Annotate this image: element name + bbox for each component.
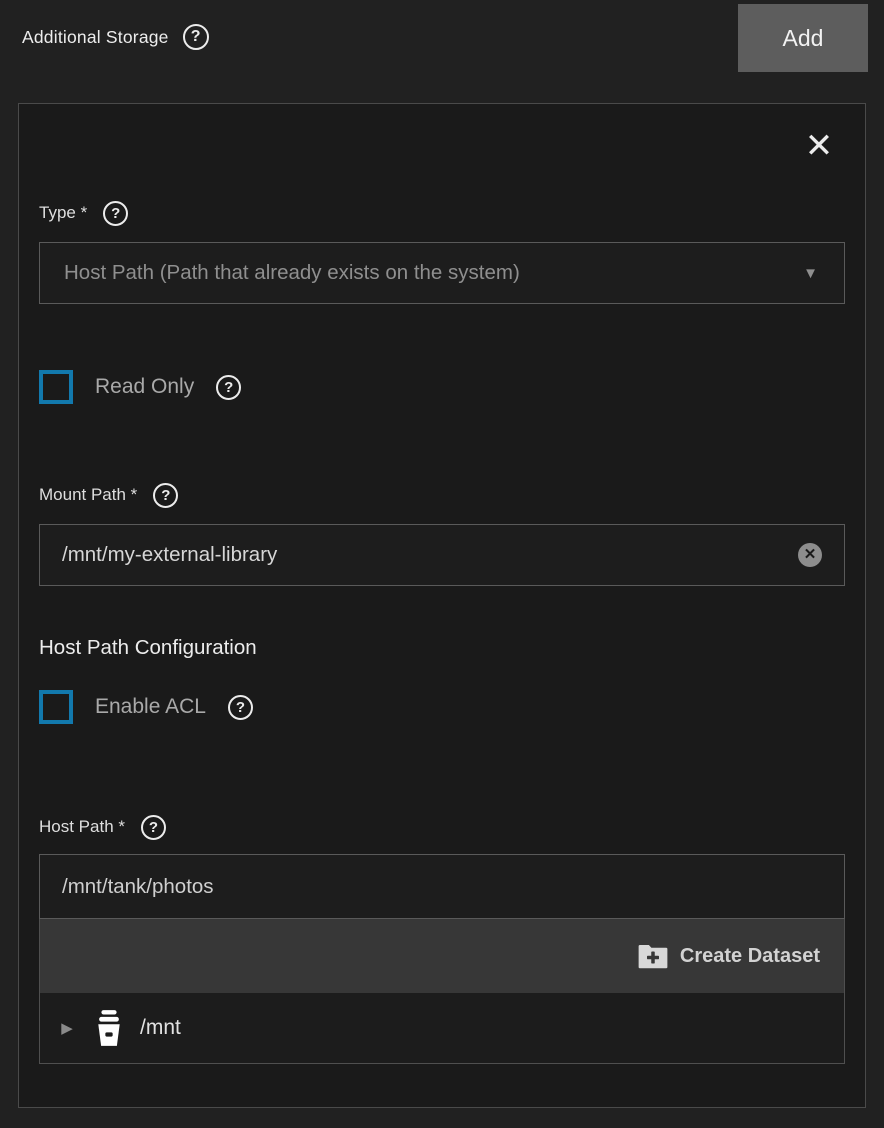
host-path-configuration-heading: Host Path Configuration [39,636,845,660]
tree-item-label: /mnt [140,1016,181,1040]
file-browser-toolbar: Create Dataset [40,919,844,993]
read-only-checkbox[interactable] [39,370,73,404]
enable-acl-row: Enable ACL ? [39,688,845,726]
host-path-label-row: Host Path * ? [39,814,845,840]
mount-path-input[interactable] [62,543,798,567]
storage-item-card: ✕ Type * ? Host Path (Path that already … [18,103,866,1108]
header: Additional Storage ? Add [0,0,884,103]
tree-row-mnt[interactable]: ▶ /mnt [40,993,844,1063]
create-dataset-button[interactable]: Create Dataset [638,943,820,969]
help-icon[interactable]: ? [216,375,241,400]
help-icon[interactable]: ? [228,695,253,720]
page-title: Additional Storage [22,27,169,48]
help-icon[interactable]: ? [141,815,166,840]
close-icon[interactable]: ✕ [797,124,841,168]
clear-icon[interactable]: ✕ [798,543,822,567]
create-dataset-label: Create Dataset [680,945,820,968]
folder-plus-icon [638,943,668,969]
enable-acl-label: Enable ACL [95,695,206,719]
type-label: Type * [39,203,87,223]
host-path-label: Host Path * [39,817,125,837]
dataset-icon [92,1009,126,1047]
help-icon[interactable]: ? [153,483,178,508]
mount-path-label-row: Mount Path * ? [39,482,845,508]
mount-path-input-wrap: ✕ [39,524,845,586]
host-path-input-wrap [39,854,845,919]
help-icon[interactable]: ? [103,201,128,226]
file-browser: Create Dataset ▶ /mnt [39,919,845,1064]
chevron-down-icon: ▼ [803,265,818,282]
host-path-input[interactable] [62,875,822,899]
help-icon[interactable]: ? [183,24,209,50]
tree-expand-icon[interactable]: ▶ [56,1019,78,1037]
type-select[interactable]: Host Path (Path that already exists on t… [39,242,845,304]
read-only-row: Read Only ? [39,368,845,406]
enable-acl-checkbox[interactable] [39,690,73,724]
type-label-row: Type * ? [39,200,845,226]
mount-path-label: Mount Path * [39,485,137,505]
read-only-label: Read Only [95,375,194,399]
file-browser-tree: ▶ /mnt [40,993,844,1063]
type-select-value: Host Path (Path that already exists on t… [64,261,520,285]
add-button[interactable]: Add [738,4,868,72]
